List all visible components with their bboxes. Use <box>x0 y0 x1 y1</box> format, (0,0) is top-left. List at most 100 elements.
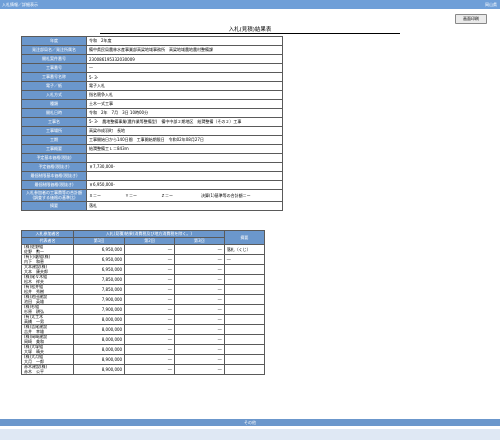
bid-amount-round-2: ― <box>124 274 175 285</box>
table-row: (有)太工木 高橋 一男 8,000,000 ― ― <box>21 314 266 325</box>
table-row: (株)池田建設 池田 英雄 7,900,000 ― ― <box>21 294 266 305</box>
header-round-2: 第2回 <box>124 237 175 245</box>
bid-amount-round-3: ― <box>173 264 225 275</box>
bid-note <box>223 354 266 365</box>
bid-amount-round-3: ― <box>173 354 225 365</box>
detail-value: 落札 <box>86 201 283 211</box>
detail-value: ￥6,950,000- <box>86 180 283 190</box>
bidder-cell: (株)佐野組 佐野 勲一 <box>21 244 74 255</box>
detail-value: 令和 2年度 <box>86 36 283 46</box>
detail-label: 入札参加者の工事費等の合計額(調査する価格の基準比) <box>21 189 87 202</box>
detail-row: 最低制限価格(税抜き) ￥6,950,000- <box>21 180 283 190</box>
bidder-cell: (株)大月組 大月 一郎 <box>21 354 74 365</box>
detail-label: 入札方式 <box>21 90 87 100</box>
detail-value: Ｘ＝ー Ｙ＝ー Ｚ＝ー 決算(1)基準等の合計額＝ー <box>86 189 283 202</box>
bidder-cell: (株)杉組 杉原 耕弘 <box>21 304 74 315</box>
bid-amount-round-3: ― <box>173 254 225 265</box>
bid-amount-round-1: 8,000,000 <box>72 344 126 355</box>
page-title: 入札(見積)結果表 <box>228 27 272 33</box>
bid-amount-round-1: 7,900,000 <box>72 304 126 315</box>
bid-note <box>223 364 266 375</box>
bid-amount-round-2: ― <box>124 294 175 305</box>
detail-value: 指名競争入札 <box>86 90 283 100</box>
detail-value: 土木一式工事 <box>86 99 283 109</box>
detail-row: 開札日時 令和 2年 7月 3日 10時00分 <box>21 108 283 118</box>
bid-note <box>223 314 266 325</box>
detail-value: 電子入札 <box>86 81 283 91</box>
detail-label: 予定基本価格(税抜) <box>21 153 87 163</box>
bid-amount-round-3: ― <box>173 304 225 315</box>
detail-value: 令和 2年 7月 3日 10時00分 <box>86 108 283 118</box>
detail-row: 予定価格(税抜き) ￥7,730,000- <box>21 162 283 172</box>
table-row: (株)吉尾建設 吉井 幸雄 8,000,000 ― ― <box>21 324 266 335</box>
result-detail-table: 年度 令和 2年度 発注部局名／発注所属名 備中県民局農林水産事業部高梁地域事務所 高… <box>21 36 283 211</box>
detail-label: 工事場所 <box>21 126 87 136</box>
detail-row: 工事番号名称 5- 3- <box>21 72 283 82</box>
header-round-1: 第1回 <box>72 237 126 245</box>
bidder-representative: 大塚 晴夫 <box>24 348 44 354</box>
bidder-representative: 吉井 幸雄 <box>24 328 44 334</box>
bidder-representative: 佐野 勲一 <box>24 248 44 254</box>
bidder-representative: 大月 一郎 <box>24 358 44 364</box>
bidder-representative: 赤木 公平 <box>24 368 44 374</box>
bidder-representative: 池田 英雄 <box>24 298 44 304</box>
detail-row: 発注部局名／発注所属名 備中県民局農林水産事業部高梁地域事務所 高梁地域農地農村整… <box>21 45 283 55</box>
table-row: 赤木建設(株) 赤木 公平 8,900,000 ― ― <box>21 364 266 375</box>
prefecture-label: 岡山県 <box>485 2 497 7</box>
bidder-cell: (有)小藪組(株) 内下 和恵 <box>21 254 74 265</box>
detail-label: 予定価格(税抜き) <box>21 162 87 172</box>
bidder-cell: 大本建設(株) 大本 康夫郎 <box>21 264 74 275</box>
bidder-cell: (有)太工木 高橋 一男 <box>21 314 74 325</box>
table-row: (株)尾々木組 松木 祥夫 7,850,000 ― ― <box>21 274 266 285</box>
bid-amount-round-3: ― <box>173 334 225 345</box>
detail-row: 入札方式 指名競争入札 <box>21 90 283 100</box>
detail-row: 開札案件番号 230086195332030009 <box>21 54 283 64</box>
bid-amount-round-2: ― <box>124 284 175 295</box>
detail-value: 高梁市成羽町 長地 <box>86 126 283 136</box>
detail-row: 工事名 5- 3- 農地整備事業(農作業等整備型) 備中中部２期地区 給潤整備（そ… <box>21 117 283 127</box>
bid-note: ― <box>223 254 266 265</box>
bid-amount-round-3: ― <box>173 364 225 375</box>
detail-value: 5- 3- <box>86 72 283 82</box>
print-button[interactable]: 画面印刷 <box>455 14 487 24</box>
bidder-cell: (株)大塚組 大塚 晴夫 <box>21 344 74 355</box>
bid-amount-round-1: 7,850,000 <box>72 274 126 285</box>
bid-amount-round-3: ― <box>173 294 225 305</box>
table-row: (株)佐野組 佐野 勲一 6,950,000 ― ― 落札（くじ） <box>21 244 266 255</box>
bid-amount-round-3: ― <box>173 284 225 295</box>
detail-label: 工事名 <box>21 117 87 127</box>
detail-label: 最低制限基本価格(税抜き) <box>21 171 87 181</box>
bid-amount-round-2: ― <box>124 354 175 365</box>
bid-amount-round-2: ― <box>124 334 175 345</box>
detail-value: 工事開始日から140日間 工事開始期限日 令和02年08月27日 <box>86 135 283 145</box>
bid-amount-round-2: ― <box>124 244 175 255</box>
bid-note <box>223 274 266 285</box>
bidder-representative: 杉原 耕弘 <box>24 308 44 314</box>
detail-label: 発注部局名／発注所属名 <box>21 45 87 55</box>
bid-amount-round-3: ― <box>173 274 225 285</box>
bid-note <box>223 334 266 345</box>
other-section-body <box>0 429 500 440</box>
bidder-representative: 大本 康夫郎 <box>24 268 48 274</box>
bidder-representative: 岡崎 美和 <box>24 338 44 344</box>
bidder-representative: 内下 和恵 <box>24 258 44 264</box>
bid-amount-round-2: ― <box>124 314 175 325</box>
header-bid-result: 入札(見積)結果(消費税及び地方消費税を除く。) <box>73 230 225 238</box>
bid-amount-round-3: ― <box>173 314 225 325</box>
bid-results-table: 入札参加者名 入札(見積)結果(消費税及び地方消費税を除く。) 摘要 代表者名 … <box>21 230 266 375</box>
detail-label: 工期 <box>21 135 87 145</box>
detail-row: 摘要 落札 <box>21 201 283 211</box>
detail-value: 5- 3- 農地整備事業(農作業等整備型) 備中中部２期地区 給潤整備（その２）… <box>86 117 283 127</box>
bid-amount-round-1: 6,950,000 <box>72 244 126 255</box>
detail-value: 一 <box>86 63 283 73</box>
bid-note <box>223 284 266 295</box>
bid-amount-round-3: ― <box>173 244 225 255</box>
breadcrumb: 入札情報／詳細表示 <box>2 2 38 7</box>
table-row: (株)大塚組 大塚 晴夫 8,000,000 ― ― <box>21 344 266 355</box>
detail-row: 工事場所 高梁市成羽町 長地 <box>21 126 283 136</box>
bidder-cell: (株)尾々木組 松木 祥夫 <box>21 274 74 285</box>
detail-label: 工事番号名称 <box>21 72 87 82</box>
bid-note <box>223 304 266 315</box>
detail-label: 開札案件番号 <box>21 54 87 64</box>
detail-label: 種類 <box>21 99 87 109</box>
